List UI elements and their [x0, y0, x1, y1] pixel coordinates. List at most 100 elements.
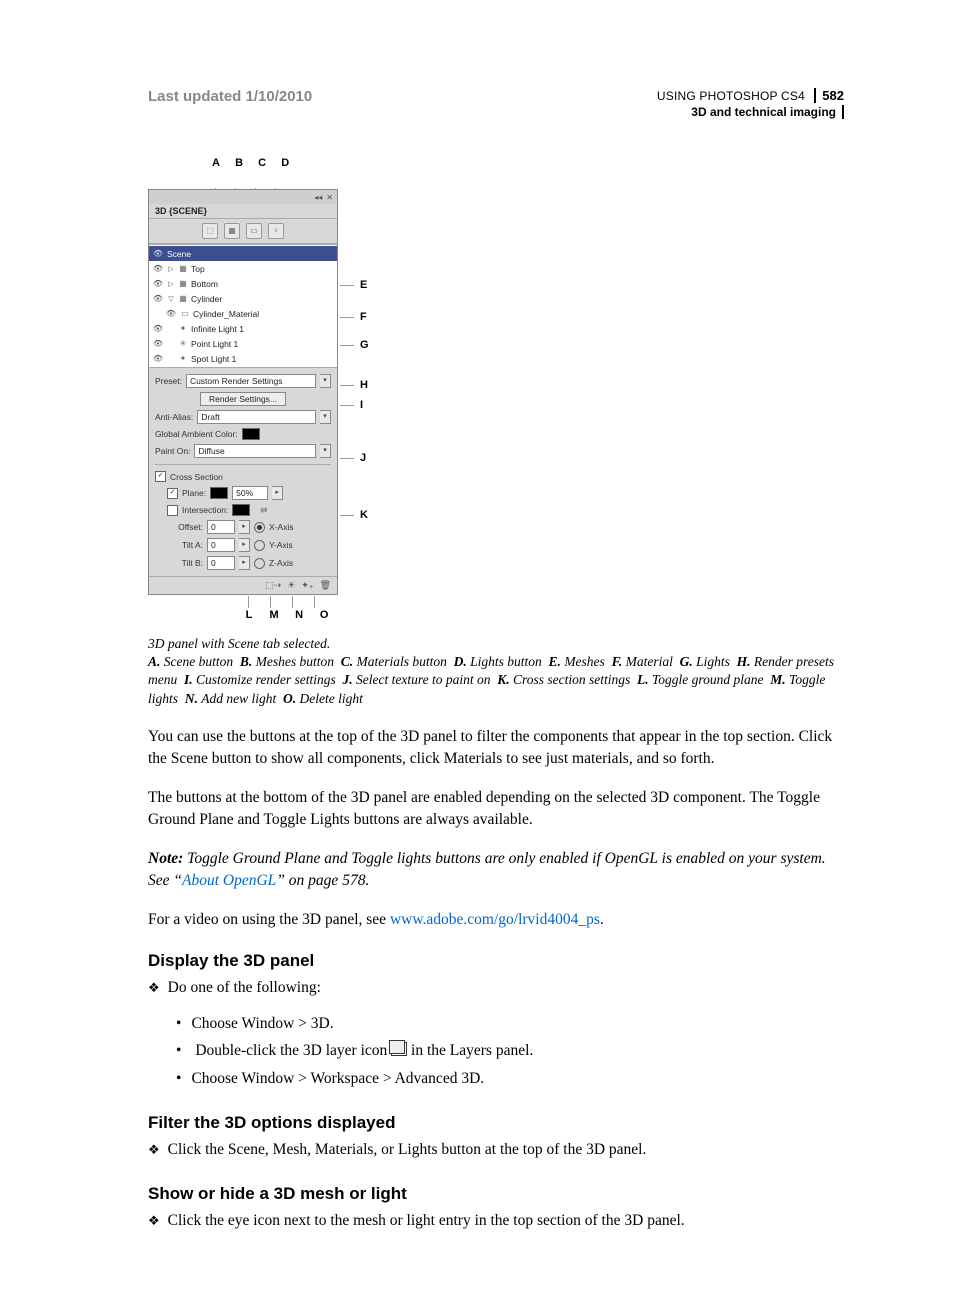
key-E: Meshes: [564, 654, 605, 669]
link-video[interactable]: www.adobe.com/go/lrvid4004_ps: [390, 911, 600, 928]
eye-icon[interactable]: 👁: [152, 264, 164, 273]
twisty-icon[interactable]: ▷: [167, 280, 175, 288]
doc-title: USING PHOTOSHOP CS4: [657, 89, 805, 103]
tree-row[interactable]: 👁 ✦ Infinite Light 1: [149, 321, 337, 336]
scene-button[interactable]: ⬚: [202, 223, 218, 239]
tiltb-label: Tilt B:: [167, 558, 203, 568]
ambient-color-swatch[interactable]: [242, 428, 260, 440]
plane-opacity-field[interactable]: 50%: [232, 486, 268, 500]
callout-E-line: E: [340, 279, 367, 291]
tree-row[interactable]: 👁 ▷ ▦ Bottom: [149, 276, 337, 291]
key-I: Customize render settings: [196, 672, 336, 687]
dropdown-icon[interactable]: ▾: [320, 374, 331, 388]
figure-caption: 3D panel with Scene tab selected. A. Sce…: [148, 635, 844, 708]
plane-checkbox[interactable]: ✓: [167, 488, 178, 499]
dropdown-icon[interactable]: ▾: [320, 410, 331, 424]
procedure-list: Click the Scene, Mesh, Materials, or Lig…: [148, 1137, 844, 1163]
heading-filter-3d-options: Filter the 3D options displayed: [148, 1113, 844, 1133]
plane-color-swatch[interactable]: [210, 487, 228, 499]
render-settings-button[interactable]: Render Settings...: [200, 392, 286, 406]
tree-row[interactable]: 👁 ▽ ▦ Cylinder: [149, 291, 337, 306]
tree-row[interactable]: 👁 ✳ Point Light 1: [149, 336, 337, 351]
stepper-icon[interactable]: ▸: [239, 520, 250, 534]
stepper-icon[interactable]: ▸: [239, 556, 250, 570]
yaxis-radio[interactable]: [254, 540, 265, 551]
meshes-button[interactable]: ▦: [224, 223, 240, 239]
add-light-icon[interactable]: ✦₊: [301, 580, 313, 591]
tree-label: Cylinder: [191, 294, 222, 304]
offset-field[interactable]: 0: [207, 520, 235, 534]
key-A: Scene button: [164, 654, 233, 669]
delete-light-icon[interactable]: 🗑: [320, 580, 331, 591]
crosssection-checkbox[interactable]: ✓: [155, 471, 166, 482]
note-text: ” on page 578.: [276, 872, 369, 889]
eye-icon[interactable]: 👁: [165, 309, 177, 318]
offset-row: Offset: 0 ▸ X-Axis: [155, 520, 331, 534]
bottom-ticks: [238, 595, 528, 607]
3d-layer-icon: [391, 1042, 407, 1056]
callout-K-line: K: [340, 509, 368, 521]
callout-E: E: [360, 279, 367, 291]
xaxis-radio[interactable]: [254, 522, 265, 533]
intersection-checkbox[interactable]: [167, 505, 178, 516]
key-N: Add new light: [201, 691, 276, 706]
eye-icon[interactable]: 👁: [152, 324, 164, 333]
intersection-label: Intersection:: [182, 505, 228, 515]
tree-row-scene[interactable]: 👁 Scene: [149, 246, 337, 261]
text: Double-click the 3D layer icon: [195, 1042, 391, 1059]
panel-filter-buttons: ⬚ ▦ ▭ ♀: [149, 219, 337, 244]
xaxis-label: X-Axis: [269, 522, 294, 532]
lights-button[interactable]: ♀: [268, 223, 284, 239]
eye-icon[interactable]: 👁: [152, 249, 164, 258]
eye-icon[interactable]: 👁: [152, 279, 164, 288]
flip-icon[interactable]: ⇄: [260, 505, 267, 516]
callout-O: O: [313, 609, 335, 621]
preset-label: Preset:: [155, 376, 182, 386]
preset-dropdown[interactable]: Custom Render Settings: [186, 374, 316, 388]
toggle-lights-icon[interactable]: ☀: [287, 580, 295, 591]
tiltb-field[interactable]: 0: [207, 556, 235, 570]
eye-icon[interactable]: 👁: [152, 354, 164, 363]
tilta-field[interactable]: 0: [207, 538, 235, 552]
key-C: Materials button: [357, 654, 447, 669]
painton-dropdown[interactable]: Diffuse: [194, 444, 316, 458]
page-number: 582: [814, 88, 844, 103]
tree-row[interactable]: 👁 ✦ Spot Light 1: [149, 351, 337, 366]
tree-row[interactable]: 👁 ▭ Cylinder_Material: [149, 306, 337, 321]
callout-J-line: J: [340, 452, 366, 464]
dropdown-icon[interactable]: ▸: [272, 486, 283, 500]
materials-button[interactable]: ▭: [246, 223, 262, 239]
tree-label: Infinite Light 1: [191, 324, 244, 334]
twisty-icon[interactable]: ▽: [167, 295, 175, 303]
panel-tab-title[interactable]: 3D {SCENE}: [149, 204, 337, 219]
key-B: Meshes button: [256, 654, 334, 669]
intersection-color-swatch[interactable]: [232, 504, 250, 516]
zaxis-radio[interactable]: [254, 558, 265, 569]
tree-row[interactable]: 👁 ▷ ▦ Top: [149, 261, 337, 276]
twisty-icon[interactable]: ▷: [167, 265, 175, 273]
list-item: Click the eye icon next to the mesh or l…: [166, 1208, 844, 1234]
tree-label: Scene: [167, 249, 191, 259]
close-icon[interactable]: ✕: [326, 193, 333, 202]
collapse-icon[interactable]: ◂◂: [314, 193, 322, 202]
procedure-list: Do one of the following:: [148, 975, 844, 1001]
light-icon: ✳: [178, 339, 188, 348]
key-K: Cross section settings: [513, 672, 630, 687]
callout-M: M: [263, 609, 285, 621]
paragraph: The buttons at the bottom of the 3D pane…: [148, 787, 844, 832]
dropdown-icon[interactable]: ▾: [320, 444, 331, 458]
3d-panel: ◂◂ ✕ 3D {SCENE} ⬚ ▦ ▭ ♀ 👁 Scene 👁 ▷ ▦: [148, 189, 338, 595]
toggle-ground-plane-icon[interactable]: ⬚⇢: [265, 580, 281, 591]
key-F: Material: [626, 654, 673, 669]
plane-row: ✓ Plane: 50%▸: [155, 486, 331, 500]
tree-label: Cylinder_Material: [193, 309, 259, 319]
key-G: Lights: [696, 654, 730, 669]
offset-label: Offset:: [167, 522, 203, 532]
eye-icon[interactable]: 👁: [152, 294, 164, 303]
link-about-opengl[interactable]: About OpenGL: [182, 872, 276, 889]
key-D: Lights button: [470, 654, 542, 669]
antialias-dropdown[interactable]: Draft: [197, 410, 316, 424]
eye-icon[interactable]: 👁: [152, 339, 164, 348]
section-title: 3D and technical imaging: [691, 105, 844, 119]
stepper-icon[interactable]: ▸: [239, 538, 250, 552]
